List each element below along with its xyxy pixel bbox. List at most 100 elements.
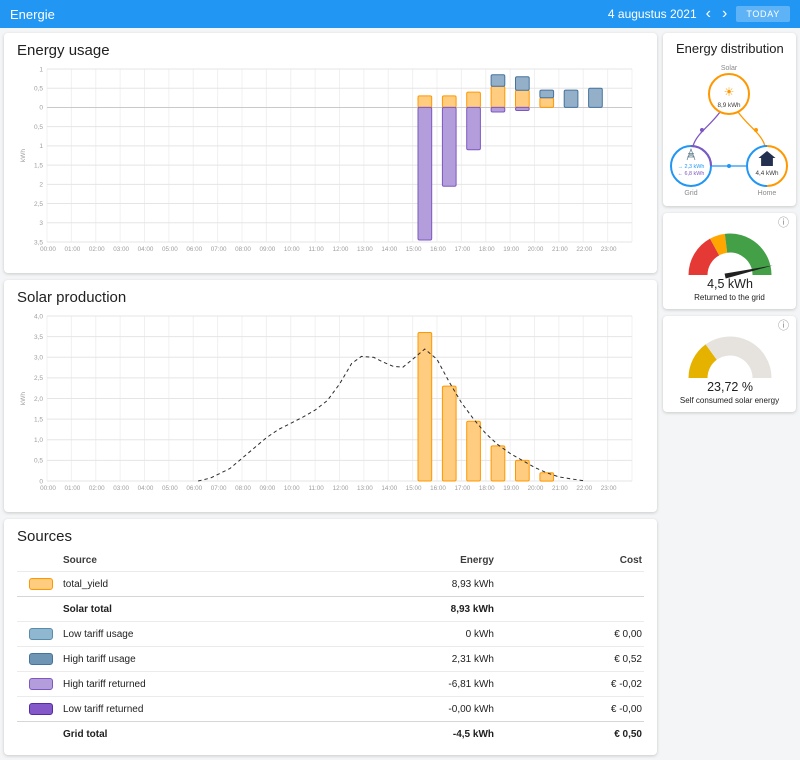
svg-text:15:00: 15:00	[406, 485, 422, 492]
source-color-swatch	[29, 578, 53, 590]
next-day-button[interactable]: ›	[720, 6, 729, 22]
gauge-value: 4,5 kWh	[707, 277, 753, 291]
svg-text:00:00: 00:00	[40, 246, 56, 253]
svg-text:23:00: 23:00	[601, 485, 617, 492]
svg-text:1,5: 1,5	[34, 162, 43, 169]
svg-text:16:00: 16:00	[430, 246, 446, 253]
solar-production-bar-16:00[interactable]	[441, 385, 457, 482]
sources-row: High tariff usage 2,31 kWh € 0,52	[17, 646, 644, 671]
solar-consumption-bar-16:00[interactable]	[441, 95, 457, 108]
svg-text:kWh: kWh	[20, 149, 27, 162]
svg-text:2,0: 2,0	[34, 396, 43, 403]
solar-consumption-bar-19:00[interactable]	[515, 89, 530, 108]
solar-production-bar-20:00[interactable]	[539, 472, 555, 482]
svg-text:07:00: 07:00	[211, 485, 227, 492]
svg-text:12:00: 12:00	[333, 485, 349, 492]
svg-text:13:00: 13:00	[357, 246, 373, 253]
grid-node-label: Grid	[684, 190, 697, 197]
sources-title: Sources	[17, 528, 73, 545]
svg-text:12:00: 12:00	[333, 246, 349, 253]
svg-text:22:00: 22:00	[576, 246, 592, 253]
svg-text:21:00: 21:00	[552, 246, 568, 253]
sources-row: Low tariff usage 0 kWh € 0,00	[17, 621, 644, 646]
grid-consumption-bar-22:00[interactable]	[588, 87, 603, 108]
grid-return-bar-15:00[interactable]	[417, 106, 433, 241]
sources-row: High tariff returned -6,81 kWh € -0,02	[17, 671, 644, 696]
svg-text:4,0: 4,0	[34, 313, 43, 320]
gauge-segment	[688, 238, 720, 276]
svg-text:0,5: 0,5	[34, 86, 43, 93]
grid-consumption-bar-19:00[interactable]	[515, 76, 530, 91]
energy-distribution-diagram: Solar ☀ 8,9 kWh → 2,3 kWh ← 6,8 kWh Grid…	[670, 65, 788, 197]
svg-text:09:00: 09:00	[259, 246, 275, 253]
grid-consumption-bar-20:00[interactable]	[539, 89, 555, 99]
svg-text:06:00: 06:00	[186, 485, 202, 492]
svg-text:13:00: 13:00	[357, 485, 373, 492]
energy-usage-chart[interactable]: 1 0,5 0 0,5 1 1,5 2 2,5 3 3,5 00:00 01:00 02:00 03:00…	[17, 63, 644, 264]
grid-return-bar-19:00[interactable]	[515, 106, 530, 112]
svg-text:2,5: 2,5	[34, 375, 43, 382]
svg-text:22:00: 22:00	[576, 485, 592, 492]
svg-text:14:00: 14:00	[381, 485, 397, 492]
grid-consumed-value: → 2,3 kWh	[678, 164, 705, 170]
solar-production-chart[interactable]: 4,0 3,5 3,0 2,5 2,0 1,5 1,0 0,5 0 00:00 01:00 02:00…	[17, 310, 644, 503]
grid-return-bar-16:00[interactable]	[441, 106, 457, 187]
gauge-segment	[688, 344, 717, 379]
gauge-label: Returned to the grid	[694, 293, 765, 302]
source-label: Grid total	[63, 728, 108, 740]
grid-return-bar-17:00[interactable]	[466, 106, 481, 151]
source-energy: -4,5 kWh	[452, 728, 494, 740]
svg-text:00:00: 00:00	[40, 485, 56, 492]
source-label: High tariff usage	[63, 653, 136, 665]
solar-to-home-flow	[737, 111, 766, 147]
gauge-value: 23,72 %	[707, 380, 753, 394]
svg-text:17:00: 17:00	[454, 485, 470, 492]
solar-production-bar-17:00[interactable]	[466, 420, 481, 482]
returned-to-grid-gauge-card: ⓘ 4,5 kWh Returned to the grid	[663, 213, 796, 309]
source-cost: € -0,02	[610, 678, 642, 690]
grid-consumption-bar-18:00[interactable]	[490, 74, 506, 87]
page-title: Energie	[10, 6, 55, 22]
solar-consumption-bar-17:00[interactable]	[466, 91, 481, 108]
gauge-segment	[709, 233, 728, 256]
svg-text:20:00: 20:00	[528, 485, 544, 492]
svg-text:07:00: 07:00	[211, 246, 227, 253]
svg-text:0,5: 0,5	[34, 458, 43, 465]
solar-consumption-bar-15:00[interactable]	[417, 95, 433, 108]
grid-flow-dot	[727, 164, 731, 168]
source-label: High tariff returned	[63, 678, 146, 690]
svg-text:04:00: 04:00	[138, 485, 154, 492]
self-consumed-gauge-card: ⓘ 23,72 % Self consumed solar energy	[663, 316, 796, 412]
info-icon[interactable]: ⓘ	[778, 218, 789, 229]
sources-total-row: Grid total -4,5 kWh € 0,50	[17, 721, 644, 746]
svg-text:19:00: 19:00	[503, 246, 519, 253]
solar-production-bar-18:00[interactable]	[490, 445, 506, 482]
grid-consumption-bar-21:00[interactable]	[563, 89, 579, 108]
source-label: Solar total	[63, 603, 112, 615]
svg-text:15:00: 15:00	[406, 246, 422, 253]
info-icon[interactable]: ⓘ	[778, 321, 789, 332]
svg-text:16:00: 16:00	[430, 485, 446, 492]
today-button[interactable]: TODAY	[736, 6, 790, 22]
svg-text:10:00: 10:00	[284, 246, 300, 253]
returned-to-grid-gauge: 4,5 kWh	[671, 221, 788, 291]
solar-consumption-bar-20:00[interactable]	[539, 97, 555, 108]
svg-text:10:00: 10:00	[284, 485, 300, 492]
svg-text:2: 2	[39, 182, 43, 189]
previous-day-button[interactable]: ‹	[704, 6, 713, 22]
svg-text:02:00: 02:00	[89, 246, 105, 253]
source-label: Low tariff usage	[63, 628, 134, 640]
return-flow-dot	[700, 128, 704, 132]
svg-text:14:00: 14:00	[381, 246, 397, 253]
solar-production-bar-15:00[interactable]	[417, 332, 433, 482]
svg-text:03:00: 03:00	[113, 246, 129, 253]
grid-return-bar-18:00[interactable]	[490, 106, 506, 113]
svg-text:01:00: 01:00	[64, 246, 80, 253]
energy-distribution-card: Energy distribution Solar ☀ 8,9 kWh → 2,…	[663, 33, 796, 206]
sources-total-row: Solar total 8,93 kWh	[17, 596, 644, 621]
source-cost: € 0,50	[614, 728, 642, 740]
sources-table-header: Source Energy Cost	[17, 549, 644, 571]
svg-text:06:00: 06:00	[186, 246, 202, 253]
solar-consumption-bar-18:00[interactable]	[490, 85, 506, 108]
source-color-swatch	[29, 653, 53, 665]
